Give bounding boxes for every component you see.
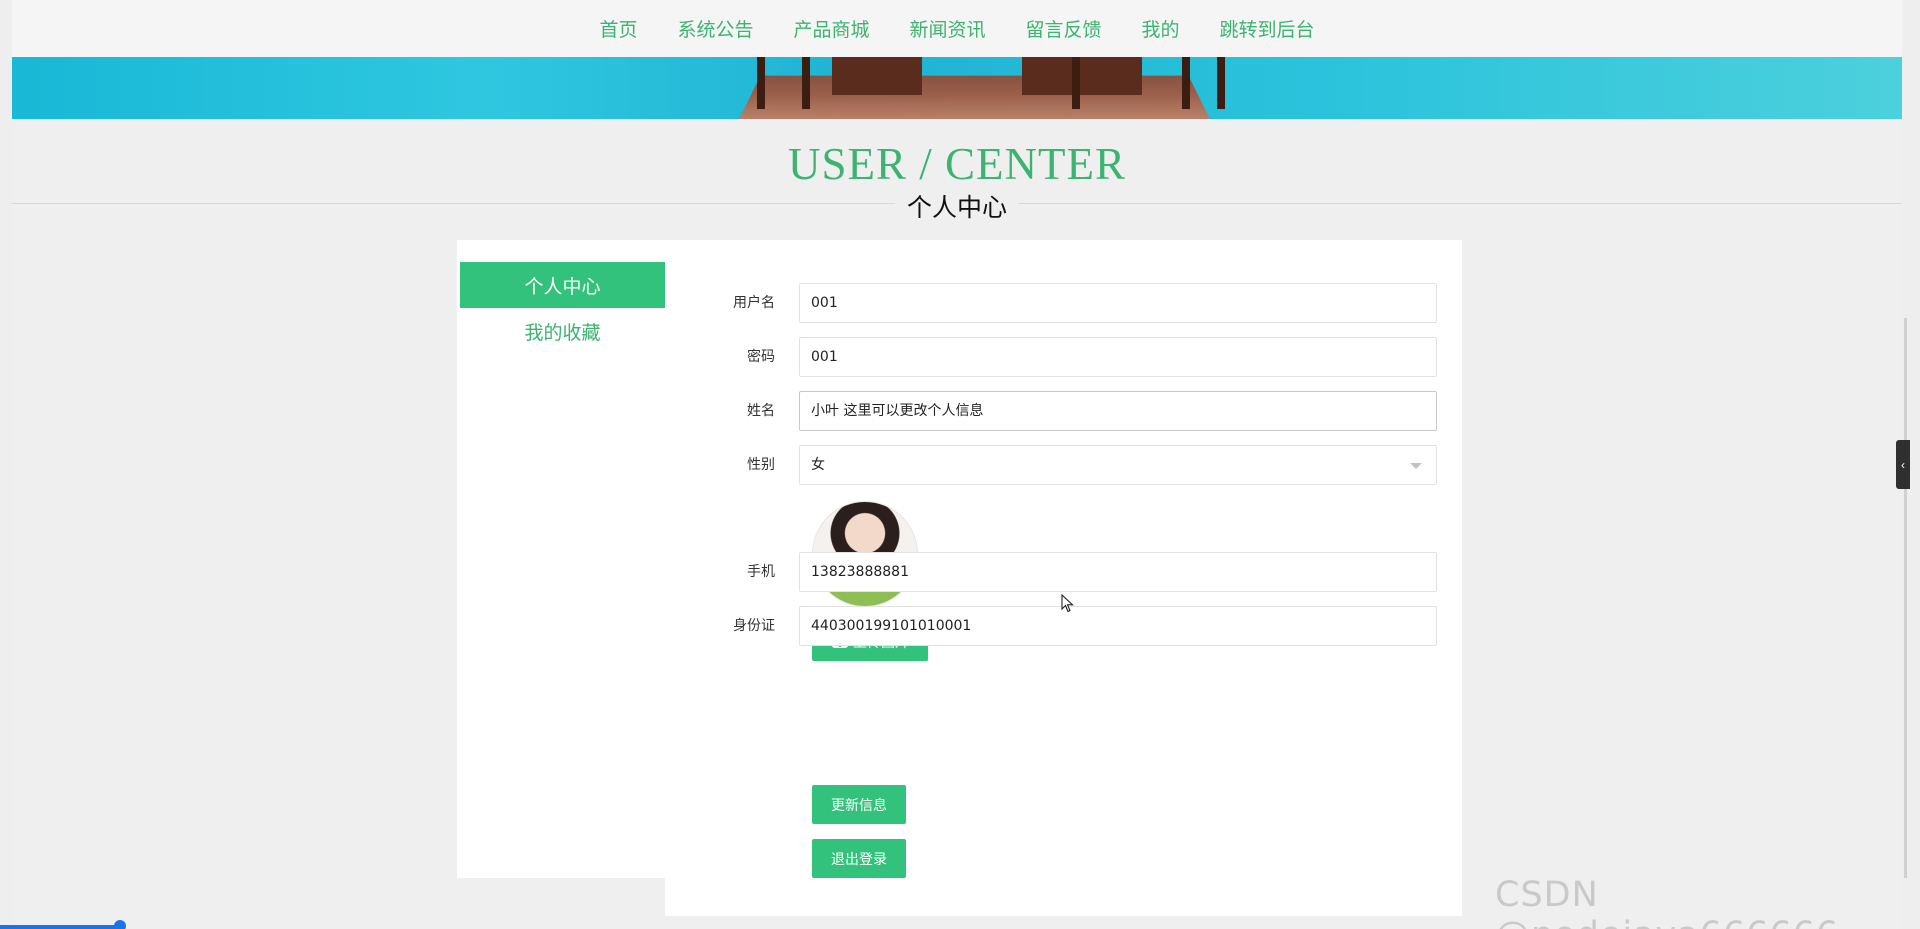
page-subtitle: 个人中心 xyxy=(12,188,1902,224)
scrollbar[interactable] xyxy=(1904,318,1907,878)
mouse-cursor-icon xyxy=(1061,594,1074,613)
page-title: USER / CENTER xyxy=(787,139,1127,189)
logout-button[interactable]: 退出登录 xyxy=(812,839,906,878)
gender-row: 性别 女 xyxy=(665,445,1462,485)
username-row: 用户名 001 xyxy=(665,283,1462,323)
password-field[interactable]: 001 xyxy=(799,337,1437,377)
name-label: 姓名 xyxy=(747,403,775,419)
banner-post xyxy=(757,57,765,109)
username-field[interactable]: 001 xyxy=(799,283,1437,323)
page-frame: 首页 系统公告 产品商城 新闻资讯 留言反馈 我的 跳转到后台 USER / C… xyxy=(12,0,1902,929)
page-subtitle-text: 个人中心 xyxy=(894,193,1019,222)
banner-post xyxy=(1182,57,1190,109)
banner-image xyxy=(12,57,1902,119)
banner-pavilion xyxy=(1022,57,1142,95)
phone-row: 手机 13823888881 xyxy=(665,552,1462,592)
nav-announcements[interactable]: 系统公告 xyxy=(677,15,753,42)
banner-pavilion xyxy=(832,57,922,95)
update-info-button[interactable]: 更新信息 xyxy=(812,785,906,824)
id-card-label: 身份证 xyxy=(733,618,775,634)
banner-post xyxy=(1217,57,1225,109)
sidebar-item-personal-center[interactable]: 个人中心 xyxy=(460,262,665,308)
progress-bar xyxy=(0,925,120,929)
nav-admin[interactable]: 跳转到后台 xyxy=(1220,15,1315,42)
gender-label: 性别 xyxy=(747,457,775,473)
name-field[interactable]: 小叶 这里可以更改个人信息 xyxy=(799,391,1437,431)
name-row: 姓名 小叶 这里可以更改个人信息 xyxy=(665,391,1462,431)
top-nav: 首页 系统公告 产品商城 新闻资讯 留言反馈 我的 跳转到后台 xyxy=(12,0,1902,57)
password-label: 密码 xyxy=(747,349,775,365)
chevron-left-icon: ‹ xyxy=(1901,457,1905,472)
username-label: 用户名 xyxy=(733,295,775,311)
banner-post xyxy=(1072,57,1080,109)
password-row: 密码 001 xyxy=(665,337,1462,377)
nav-feedback[interactable]: 留言反馈 xyxy=(1026,15,1102,42)
nav-home[interactable]: 首页 xyxy=(599,15,637,42)
phone-label: 手机 xyxy=(747,564,775,580)
watermark: CSDN @nodejava666666 xyxy=(1495,875,1838,929)
banner-post xyxy=(802,57,810,109)
chevron-down-icon xyxy=(1410,463,1422,469)
profile-form: 用户名 001 密码 001 姓名 小叶 这里可以更改个人信息 性别 女 上传图… xyxy=(665,240,1462,916)
nav-mine[interactable]: 我的 xyxy=(1142,15,1180,42)
id-card-field[interactable]: 440300199101010001 xyxy=(799,606,1437,646)
banner-pier xyxy=(739,75,1210,119)
nav-news[interactable]: 新闻资讯 xyxy=(909,15,985,42)
sidebar: 个人中心 我的收藏 xyxy=(457,240,665,878)
gender-value: 女 xyxy=(811,457,825,473)
sidebar-item-favorites[interactable]: 我的收藏 xyxy=(460,308,665,354)
nav-product-mall[interactable]: 产品商城 xyxy=(793,15,869,42)
collapse-panel-button[interactable]: ‹ xyxy=(1896,440,1910,489)
gender-select[interactable]: 女 xyxy=(799,445,1437,485)
phone-field[interactable]: 13823888881 xyxy=(799,552,1437,592)
progress-handle[interactable] xyxy=(114,920,126,929)
